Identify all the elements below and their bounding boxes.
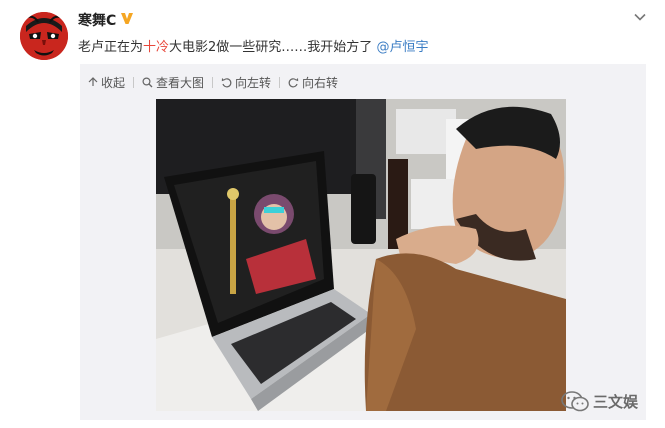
- collapse-label: 收起: [101, 75, 126, 90]
- post-text-middle: 大电影2做一些研究……我开始方了: [169, 40, 377, 55]
- chevron-down-icon[interactable]: [633, 10, 647, 24]
- mask-face-icon: [20, 12, 68, 60]
- collapse-button[interactable]: 收起: [80, 74, 133, 91]
- post-text-prefix: 老卢正在为: [78, 40, 144, 55]
- rotate-left-button[interactable]: 向左转: [213, 74, 279, 91]
- view-large-button[interactable]: 查看大图: [134, 74, 212, 91]
- rotate-right-button[interactable]: 向右转: [280, 74, 346, 91]
- post-photo[interactable]: [156, 99, 566, 411]
- media-box: 收起 查看大图 向左转 向右转 三文娱: [80, 64, 646, 420]
- collapse-icon: [88, 77, 98, 86]
- rotate-left-icon: [221, 77, 232, 87]
- mention-link[interactable]: @卢恒宇: [376, 40, 428, 55]
- search-icon: [142, 76, 153, 87]
- hashtag-link[interactable]: 十冷: [143, 40, 169, 55]
- rotate-right-icon: [288, 77, 299, 87]
- verified-badge-icon: [121, 13, 133, 24]
- watermark: 三文娱: [561, 390, 638, 412]
- post-text: 老卢正在为十冷大电影2做一些研究……我开始方了 @卢恒宇: [78, 36, 428, 55]
- watermark-text: 三文娱: [592, 392, 638, 411]
- rotate-left-label: 向左转: [235, 75, 272, 90]
- avatar[interactable]: [20, 12, 68, 60]
- photo-illustration: [156, 99, 566, 411]
- rotate-right-label: 向右转: [302, 75, 339, 90]
- weibo-post: 寒舞C 老卢正在为十冷大电影2做一些研究……我开始方了 @卢恒宇 收起 查看大图: [0, 0, 665, 428]
- username[interactable]: 寒舞C: [78, 10, 116, 30]
- media-toolbar: 收起 查看大图 向左转 向右转: [80, 72, 346, 92]
- view-large-label: 查看大图: [156, 75, 205, 90]
- wechat-icon: [561, 391, 589, 412]
